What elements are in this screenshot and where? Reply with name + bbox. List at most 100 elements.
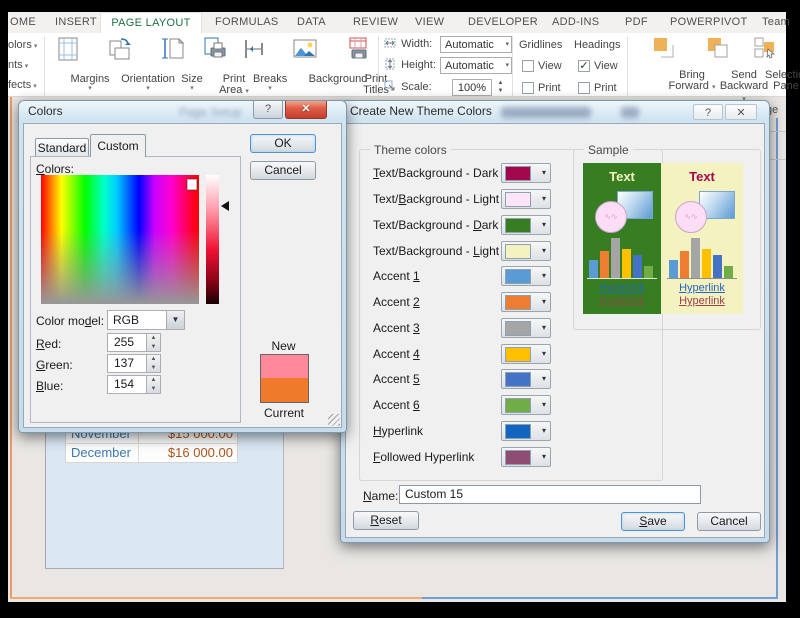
theme-color-picker[interactable]: ▾ — [501, 241, 551, 261]
screenshot-root: OME INSERT PAGE LAYOUT FORMULAS DATA REV… — [0, 0, 800, 618]
chevron-down-icon: ▾ — [542, 452, 546, 461]
color-swatch — [505, 244, 531, 259]
tab-page-layout[interactable]: PAGE LAYOUT — [100, 12, 202, 34]
color-swatch — [505, 398, 531, 413]
scale-input[interactable]: 100% — [452, 79, 492, 96]
cancel-button[interactable]: Cancel — [250, 161, 316, 180]
theme-row-label: Accent 4 — [373, 347, 420, 361]
themes-fonts-button[interactable]: nts▾ — [8, 59, 28, 71]
headings-print-checkbox[interactable] — [578, 82, 590, 94]
luminance-slider-arrow[interactable] — [221, 201, 229, 211]
ribbon: olors▾ nts▾ fects▾ Margins▾ Orientation▾ — [8, 33, 786, 97]
tab-team[interactable]: Team — [762, 12, 790, 33]
chevron-down-icon: ▾ — [542, 220, 546, 229]
theme-color-picker[interactable]: ▾ — [501, 292, 551, 312]
bar — [589, 260, 598, 278]
size-icon — [160, 36, 186, 65]
chevron-down-icon: ▾ — [542, 297, 546, 306]
tab-powerpivot[interactable]: POWERPIVOT — [670, 12, 748, 33]
resize-grip[interactable] — [328, 414, 340, 426]
theme-color-picker[interactable]: ▾ — [501, 421, 551, 441]
sample-bar-chart — [669, 236, 735, 278]
close-button[interactable]: ✕ — [285, 101, 327, 119]
tab-data[interactable]: DATA — [297, 12, 326, 33]
luminance-slider[interactable] — [206, 175, 219, 304]
tab-pdf[interactable]: PDF — [625, 12, 648, 33]
theme-color-picker[interactable]: ▾ — [501, 318, 551, 338]
close-button[interactable]: ✕ — [725, 104, 757, 120]
ghost-remnant — [621, 107, 639, 118]
background-icon — [292, 36, 318, 65]
color-model-label: Color model: — [36, 314, 104, 328]
bar — [713, 255, 722, 278]
margins-icon — [55, 36, 81, 65]
tab-standard[interactable]: Standard — [35, 138, 89, 157]
theme-color-picker[interactable]: ▾ — [501, 189, 551, 209]
red-label: Red: — [36, 337, 61, 351]
green-spinner[interactable]: ▲▼ — [146, 354, 161, 373]
name-label: Name: — [363, 489, 398, 503]
color-model-select[interactable]: RGB ▼ — [107, 310, 185, 330]
tab-insert[interactable]: INSERT — [55, 12, 97, 33]
theme-row-label: Text/Background - Dark 2 — [373, 218, 508, 232]
green-label: Green: — [36, 358, 73, 372]
theme-color-picker[interactable]: ▾ — [501, 395, 551, 415]
red-input[interactable]: 255 — [107, 333, 147, 352]
color-swatch — [505, 321, 531, 336]
blue-spinner[interactable]: ▲▼ — [146, 375, 161, 394]
page-break-line-left — [10, 97, 12, 598]
tab-home-partial[interactable]: OME — [10, 12, 36, 33]
green-input[interactable]: 137 — [107, 354, 147, 373]
help-button[interactable]: ? — [253, 101, 283, 119]
bar — [622, 249, 631, 278]
ok-button[interactable]: OK — [250, 134, 316, 153]
selection-pane-icon — [754, 37, 776, 62]
red-spinner[interactable]: ▲▼ — [146, 333, 161, 352]
reset-button[interactable]: Reset — [353, 511, 419, 530]
gridlines-print-checkbox[interactable] — [522, 82, 534, 94]
color-gradient-picker[interactable] — [41, 175, 199, 304]
theme-color-picker[interactable]: ▾ — [501, 266, 551, 286]
width-select[interactable]: Automatic▾ — [440, 36, 512, 53]
tab-view[interactable]: VIEW — [415, 12, 444, 33]
theme-color-picker[interactable]: ▾ — [501, 215, 551, 235]
table-row[interactable]: December $16 000.00 — [66, 444, 237, 462]
bar — [611, 238, 620, 278]
tab-developer[interactable]: DEVELOPER — [468, 12, 538, 33]
theme-color-picker[interactable]: ▾ — [501, 344, 551, 364]
color-swatch — [505, 218, 531, 233]
save-button[interactable]: Save — [621, 512, 685, 531]
current-color-swatch — [260, 378, 309, 403]
help-button[interactable]: ? — [693, 104, 723, 120]
page-break-line-bottom-right — [422, 597, 778, 599]
tab-add-ins[interactable]: ADD-INS — [552, 12, 599, 33]
headings-view-checkbox[interactable]: ✓ — [578, 60, 590, 72]
theme-color-picker[interactable]: ▾ — [501, 447, 551, 467]
cancel-button[interactable]: Cancel — [697, 512, 761, 531]
bar — [600, 251, 609, 278]
themes-colors-button[interactable]: olors▾ — [8, 39, 37, 51]
height-select[interactable]: Automatic▾ — [440, 57, 512, 74]
theme-color-picker[interactable]: ▾ — [501, 163, 551, 183]
new-color-swatch — [260, 354, 309, 379]
sample-text: Text — [583, 169, 661, 184]
theme-row-label: Accent 1 — [373, 269, 420, 283]
sample-axis — [587, 278, 657, 279]
themes-effects-button[interactable]: fects▾ — [8, 79, 37, 91]
gradient-selection-marker[interactable] — [187, 179, 197, 190]
gridlines-view-checkbox[interactable] — [522, 60, 534, 72]
tab-formulas[interactable]: FORMULAS — [215, 12, 279, 33]
theme-color-picker[interactable]: ▾ — [501, 369, 551, 389]
colors-label: Colors: — [36, 162, 74, 176]
name-input[interactable]: Custom 15 — [399, 485, 701, 504]
sample-circle: ∿∿ — [675, 201, 707, 233]
theme-row-label: Followed Hyperlink — [373, 450, 474, 464]
tab-review[interactable]: REVIEW — [353, 12, 398, 33]
sample-panel-dark: Text ∿∿ Hyperlink Hyperlink — [583, 163, 661, 314]
chevron-down-icon: ▼ — [166, 311, 184, 329]
scale-spinner[interactable]: ▲▼ — [495, 79, 506, 96]
page-break-line-right — [776, 118, 778, 599]
blue-input[interactable]: 154 — [107, 375, 147, 394]
tab-custom[interactable]: Custom — [90, 134, 146, 157]
bring-forward-icon — [653, 37, 675, 62]
